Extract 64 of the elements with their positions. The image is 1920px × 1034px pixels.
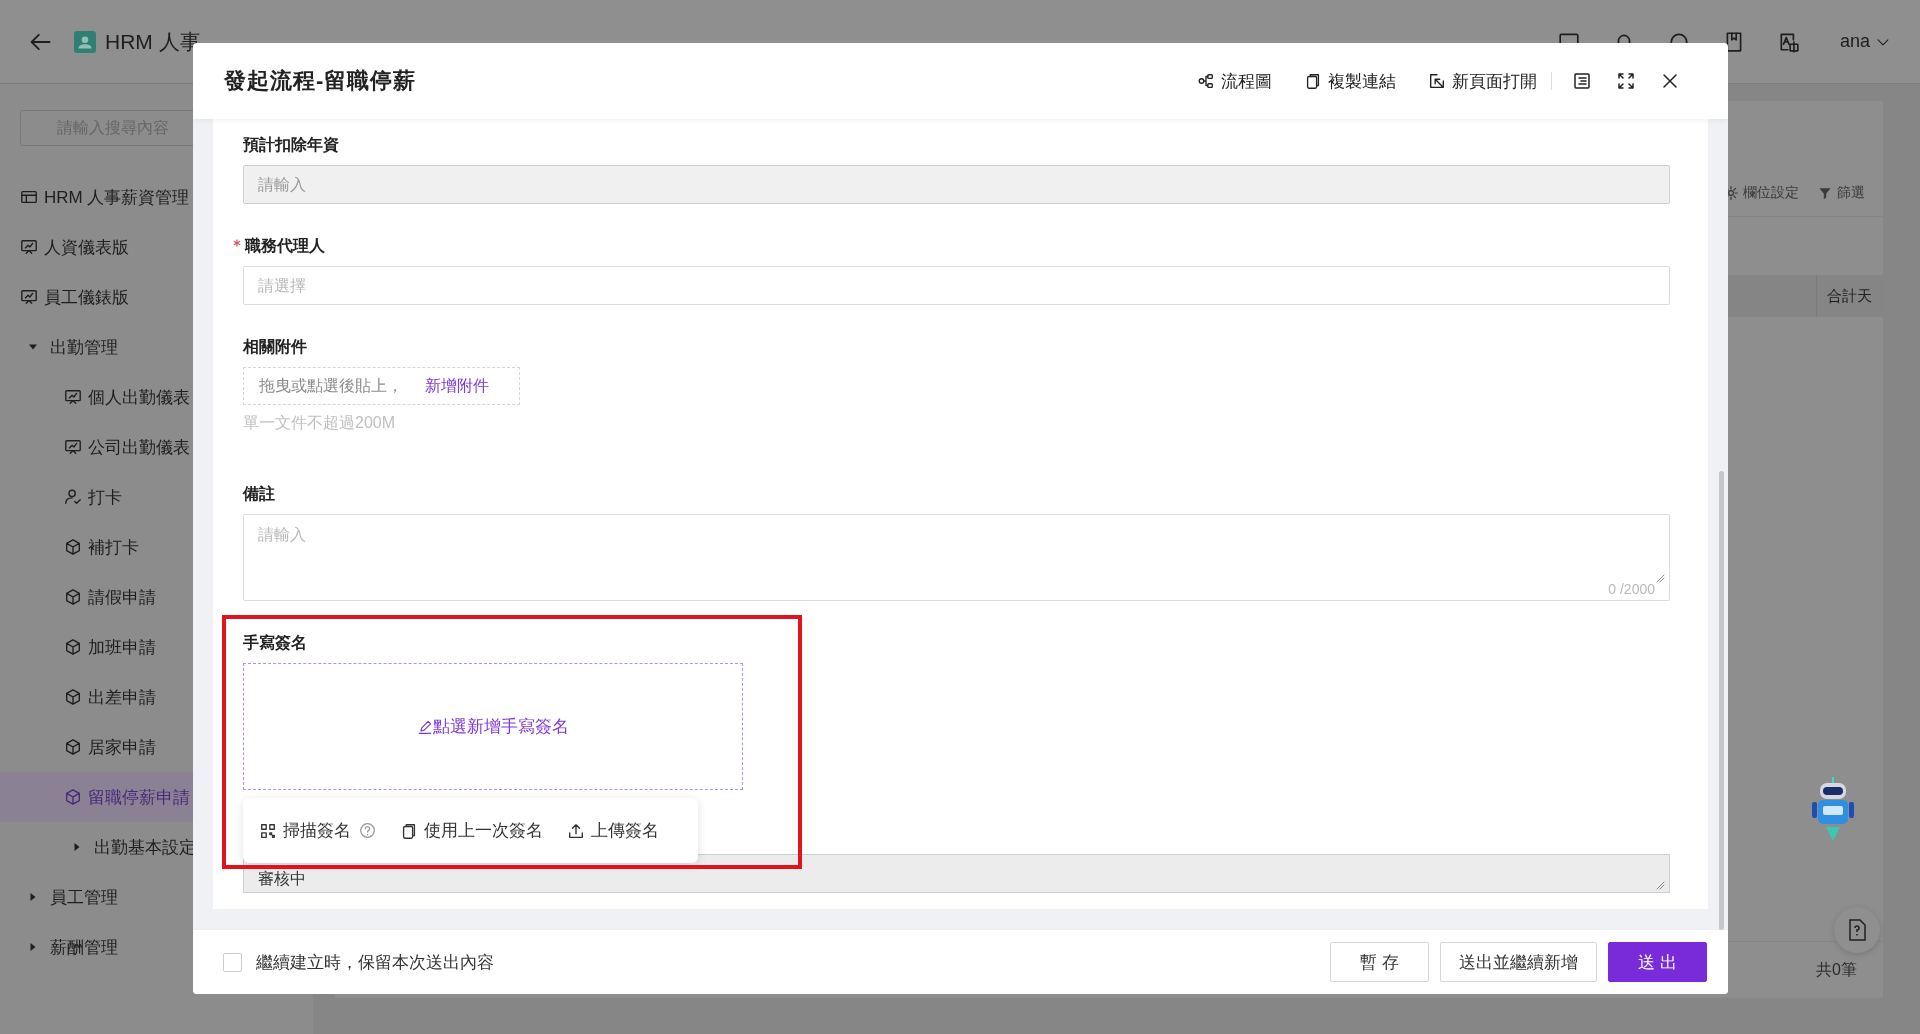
side-panel-icon[interactable] [1572,71,1592,91]
field-label: 備註 [243,483,275,504]
dashboard-icon [20,288,38,306]
fullscreen-icon[interactable] [1616,71,1636,91]
field-label: 手寫簽名 [243,632,307,653]
submit-button[interactable]: 送 出 [1608,942,1707,982]
translate-icon[interactable] [1777,30,1800,53]
upload-icon [567,821,585,840]
user-menu[interactable]: ana [1839,31,1890,52]
required-icon [233,239,241,247]
document-icon [1848,919,1866,941]
add-signature-link[interactable]: 點選新增手寫簽名 [417,715,569,738]
dashboard-icon [20,238,38,256]
cube-icon [64,738,82,756]
dashboard-icon [64,388,82,406]
signature-option[interactable]: 上傳簽名 [567,819,659,842]
signature-area[interactable]: 點選新增手寫簽名 [243,663,743,790]
field-label: 相關附件 [243,336,307,357]
cube-icon [64,588,82,606]
input-field[interactable]: 請選擇 [243,266,1670,305]
open-page-icon [1428,72,1446,90]
header-action[interactable]: 流程圖 [1197,69,1272,93]
header-action[interactable]: 新頁面打開 [1428,69,1537,93]
field-label: 職務代理人 [245,235,325,256]
caret-right-icon [28,892,38,902]
upload-area[interactable]: 拖曳或點選後貼上， 新增附件 [243,367,520,405]
pen-icon [417,718,433,735]
checkbox[interactable] [223,952,242,972]
user-check-icon [64,488,82,506]
help-icon[interactable] [359,822,376,839]
app-icon [74,30,96,53]
record-count: 共0筆 [1816,959,1857,980]
dialog-title: 發起流程-留職停薪 [224,67,417,95]
cube-icon [64,638,82,656]
toolbar-button[interactable]: 篩選 [1817,184,1865,202]
scrollbar[interactable] [1719,471,1724,930]
column-header: 合計天 [1816,275,1883,317]
caret-right-icon [28,942,38,952]
secondary-button[interactable]: 暫 存 [1330,942,1429,982]
cube-icon [64,688,82,706]
resize-handle-icon[interactable] [1655,573,1665,583]
cube-icon [64,538,82,556]
add-attachment-link[interactable]: 新增附件 [425,375,489,397]
caret-down-icon [28,342,38,352]
flowchart-icon [1197,72,1215,90]
resize-handle-icon[interactable] [1655,880,1665,890]
input-field: 請輸入 [243,165,1670,204]
table-icon [20,188,38,206]
signature-option[interactable]: 掃描簽名 [259,819,376,842]
secondary-button[interactable]: 送出並繼續新增 [1440,942,1597,982]
checkbox-label: 繼續建立時，保留本次送出內容 [256,951,494,974]
qr-icon [259,821,277,840]
toolbar-button[interactable]: 欄位設定 [1723,184,1799,202]
close-icon[interactable] [1660,71,1680,91]
header-action[interactable]: 複製連結 [1304,69,1396,93]
signature-option[interactable]: 使用上一次簽名 [400,819,543,842]
copy-icon [400,821,418,840]
dashboard-icon [64,438,82,456]
cube-icon [64,788,82,806]
copy-icon [1304,72,1322,90]
filter-icon [1817,185,1833,201]
character-counter: 0 /2000 [1608,581,1655,597]
caret-right-icon [72,842,82,852]
upload-prompt: 拖曳或點選後貼上， [259,375,403,396]
